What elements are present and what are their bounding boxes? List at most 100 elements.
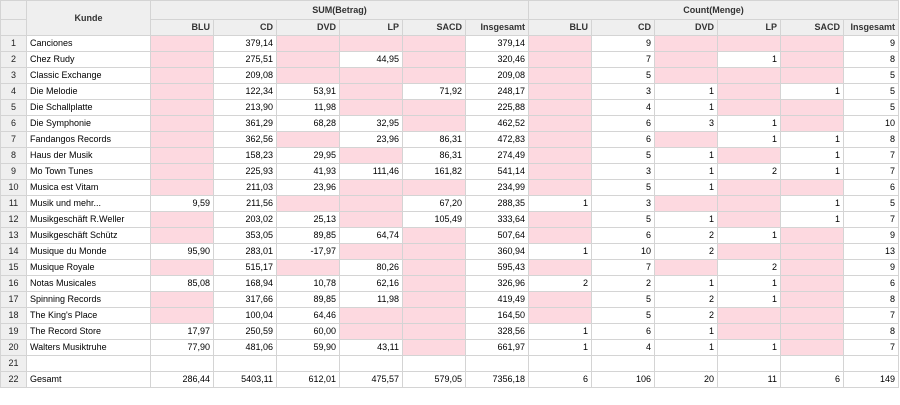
count-cell[interactable]: 5 — [843, 99, 900, 116]
count-cell[interactable] — [717, 323, 782, 340]
sum-cell[interactable] — [339, 83, 403, 100]
count-cell[interactable] — [654, 35, 719, 52]
count-cell[interactable]: 7 — [591, 259, 656, 276]
count-cell[interactable]: 8 — [843, 291, 900, 308]
customer-name-cell[interactable]: Die Symphonie — [26, 115, 151, 132]
column-header-sum-dvd[interactable]: DVD — [276, 19, 340, 36]
sum-cell[interactable]: 23,96 — [339, 131, 403, 148]
sum-cell[interactable]: 379,14 — [213, 35, 277, 52]
customer-name-cell[interactable]: Musikgeschäft R.Weller — [26, 211, 151, 228]
count-cell[interactable]: 1 — [717, 51, 782, 68]
count-cell[interactable]: 6 — [843, 179, 900, 196]
count-cell[interactable]: 1 — [717, 291, 782, 308]
row-number[interactable]: 21 — [0, 355, 27, 372]
count-cell[interactable] — [717, 307, 782, 324]
customer-name-cell[interactable]: The King's Place — [26, 307, 151, 324]
count-cell[interactable] — [717, 211, 782, 228]
table-row[interactable]: 8 Haus der Musik 158,23 29,95 86,31 274,49 5 1 1… — [0, 147, 900, 164]
sum-cell[interactable]: 211,03 — [213, 179, 277, 196]
count-cell[interactable] — [780, 115, 845, 132]
count-cell[interactable]: 1 — [528, 243, 593, 260]
row-number[interactable]: 22 — [0, 371, 27, 388]
count-cell[interactable]: 7 — [843, 339, 900, 356]
sum-cell[interactable]: 111,46 — [339, 163, 403, 180]
empty-cell[interactable] — [591, 355, 656, 372]
customer-name-cell[interactable]: Musique Royale — [26, 259, 151, 276]
empty-cell[interactable] — [402, 355, 466, 372]
row-number[interactable]: 16 — [0, 275, 27, 292]
table-row[interactable]: 13 Musikgeschäft Schütz 353,05 89,85 64,74 50… — [0, 227, 900, 244]
sum-cell[interactable] — [150, 115, 214, 132]
table-row[interactable]: 1 Canciones 379,14 379,14 9 9 — [0, 35, 900, 52]
empty-cell[interactable] — [150, 355, 214, 372]
count-cell[interactable]: 6 — [591, 323, 656, 340]
column-header-count-insgesamt[interactable]: Insgesamt — [843, 19, 900, 36]
sum-cell[interactable] — [150, 51, 214, 68]
sum-cell[interactable]: 612,01 — [276, 371, 340, 388]
count-cell[interactable]: 1 — [654, 83, 719, 100]
count-cell[interactable] — [528, 147, 593, 164]
sum-cell[interactable]: 595,43 — [464, 259, 530, 276]
sum-cell[interactable] — [339, 195, 403, 212]
sum-cell[interactable] — [339, 67, 403, 84]
count-cell[interactable]: 1 — [528, 323, 593, 340]
count-cell[interactable]: 3 — [591, 163, 656, 180]
count-cell[interactable]: 1 — [717, 339, 782, 356]
count-cell[interactable]: 2 — [591, 275, 656, 292]
sum-cell[interactable]: 353,05 — [213, 227, 277, 244]
count-cell[interactable] — [528, 99, 593, 116]
customer-name-cell[interactable]: Musique du Monde — [26, 243, 151, 260]
column-header-kunde[interactable]: Kunde — [26, 0, 151, 36]
count-cell[interactable] — [717, 67, 782, 84]
count-cell[interactable]: 9 — [843, 227, 900, 244]
column-header-count-sacd[interactable]: SACD — [780, 19, 845, 36]
sum-cell[interactable] — [402, 243, 466, 260]
count-cell[interactable]: 6 — [780, 371, 845, 388]
count-cell[interactable]: 7 — [843, 211, 900, 228]
sum-cell[interactable] — [402, 339, 466, 356]
count-cell[interactable] — [528, 67, 593, 84]
row-number[interactable]: 19 — [0, 323, 27, 340]
table-row[interactable]: 7 Fandangos Records 362,56 23,96 86,31 472,83… — [0, 131, 900, 148]
table-row[interactable]: 3 Classic Exchange 209,08 209,08 5 5 — [0, 67, 900, 84]
sum-cell[interactable]: 100,04 — [213, 307, 277, 324]
sum-cell[interactable]: 161,82 — [402, 163, 466, 180]
table-row[interactable]: 6 Die Symphonie 361,29 68,28 32,95 462,52 6 3 1 1… — [0, 115, 900, 132]
customer-name-cell[interactable]: Classic Exchange — [26, 67, 151, 84]
count-cell[interactable]: 1 — [780, 147, 845, 164]
sum-cell[interactable]: 64,46 — [276, 307, 340, 324]
count-cell[interactable] — [528, 307, 593, 324]
row-number[interactable]: 5 — [0, 99, 27, 116]
sum-cell[interactable]: 11,98 — [276, 99, 340, 116]
row-number[interactable]: 8 — [0, 147, 27, 164]
sum-cell[interactable] — [150, 307, 214, 324]
count-cell[interactable] — [780, 51, 845, 68]
table-row[interactable]: 16 Notas Musicales 85,08 168,94 10,78 62,16 32… — [0, 275, 900, 292]
sum-cell[interactable]: 158,23 — [213, 147, 277, 164]
customer-name-cell[interactable]: Notas Musicales — [26, 275, 151, 292]
sum-cell[interactable]: 77,90 — [150, 339, 214, 356]
count-cell[interactable] — [528, 35, 593, 52]
count-cell[interactable] — [780, 227, 845, 244]
column-header-count-dvd[interactable]: DVD — [654, 19, 719, 36]
table-row[interactable]: 9 Mo Town Tunes 225,93 41,93 111,46 161,82 541… — [0, 163, 900, 180]
count-cell[interactable] — [528, 211, 593, 228]
count-cell[interactable]: 5 — [591, 291, 656, 308]
count-cell[interactable] — [654, 195, 719, 212]
sum-cell[interactable]: 64,74 — [339, 227, 403, 244]
count-cell[interactable] — [528, 51, 593, 68]
table-row[interactable]: 5 Die Schallplatte 213,90 11,98 225,88 4 1 5 — [0, 99, 900, 116]
sum-cell[interactable] — [339, 179, 403, 196]
table-row[interactable]: 14 Musique du Monde 95,90 283,01 -17,97 360,9… — [0, 243, 900, 260]
customer-name-cell[interactable]: Musikgeschäft Schütz — [26, 227, 151, 244]
count-cell[interactable]: 10 — [843, 115, 900, 132]
table-row-empty[interactable]: 21 — [0, 355, 900, 372]
sum-cell[interactable]: 29,95 — [276, 147, 340, 164]
count-cell[interactable]: 1 — [717, 275, 782, 292]
sum-cell[interactable] — [402, 291, 466, 308]
sum-cell[interactable] — [402, 323, 466, 340]
empty-cell[interactable] — [213, 355, 277, 372]
count-cell[interactable]: 8 — [843, 51, 900, 68]
sum-cell[interactable] — [339, 147, 403, 164]
count-cell[interactable]: 9 — [843, 35, 900, 52]
